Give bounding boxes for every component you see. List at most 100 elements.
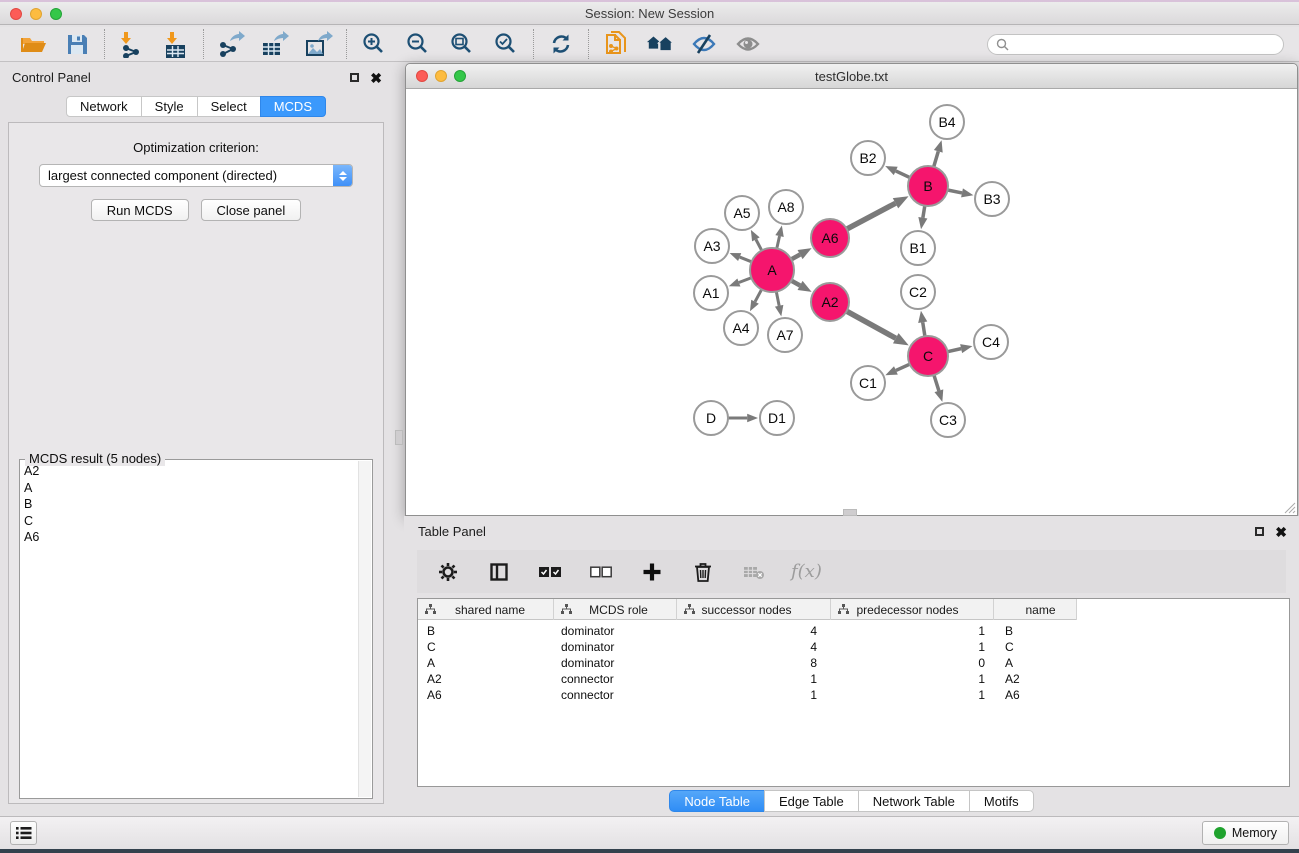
table-tab-motifs[interactable]: Motifs [969, 790, 1034, 812]
column-header-name[interactable]: name [994, 599, 1077, 620]
column-header-successor-nodes[interactable]: successor nodes [677, 599, 831, 620]
result-item[interactable]: A [24, 480, 357, 497]
graph-edge[interactable] [777, 236, 780, 248]
tab-network[interactable]: Network [66, 96, 142, 117]
network-canvas[interactable]: AA1A2A3A4A5A6A7A8BB1B2B3B4CC1C2C3C4DD1 [407, 90, 1296, 514]
dropdown-stepper-icon[interactable] [333, 164, 352, 187]
task-history-button[interactable] [10, 821, 37, 845]
table-row[interactable]: A2connector11A2 [418, 671, 1289, 687]
network-window-titlebar[interactable]: testGlobe.txt [406, 64, 1297, 89]
result-scrollbar[interactable] [358, 461, 371, 797]
close-window-icon[interactable] [10, 8, 22, 20]
refresh-icon[interactable] [547, 30, 575, 58]
graph-edge[interactable] [934, 151, 939, 166]
horizontal-splitter-handle[interactable] [843, 509, 857, 516]
close-panel-button[interactable]: Close panel [201, 199, 302, 221]
home-view-icon[interactable] [646, 30, 674, 58]
select-all-columns-icon[interactable] [536, 558, 564, 586]
table-cell: 1 [677, 687, 831, 703]
run-mcds-button[interactable]: Run MCDS [91, 199, 189, 221]
criterion-dropdown[interactable]: largest connected component (directed) [39, 164, 353, 187]
table-tab-edge-table[interactable]: Edge Table [764, 790, 859, 812]
maximize-window-icon[interactable] [50, 8, 62, 20]
column-header-shared-name[interactable]: shared name [418, 599, 554, 620]
minimize-window-icon[interactable] [30, 8, 42, 20]
graph-edge[interactable] [791, 281, 800, 286]
table-cell: 0 [831, 655, 994, 671]
save-session-icon[interactable] [63, 30, 91, 58]
graph-edge[interactable] [948, 190, 962, 193]
zoom-selected-icon[interactable] [492, 30, 520, 58]
main-toolbar [0, 27, 1299, 62]
column-header-predecessor-nodes[interactable]: predecessor nodes [831, 599, 994, 620]
graph-edge[interactable] [948, 349, 962, 352]
close-table-panel-icon[interactable]: ✖ [1275, 527, 1287, 537]
tab-style[interactable]: Style [141, 96, 198, 117]
graph-edge[interactable] [896, 171, 910, 178]
table-cell: A [994, 655, 1077, 671]
new-network-from-file-icon[interactable] [602, 30, 630, 58]
result-item[interactable]: A2 [24, 463, 357, 480]
table-row[interactable]: Bdominator41B [418, 623, 1289, 639]
table-row[interactable]: Adominator80A [418, 655, 1289, 671]
vertical-splitter-handle[interactable] [395, 430, 403, 445]
graph-edge[interactable] [740, 257, 752, 262]
float-table-panel-icon[interactable] [1255, 527, 1264, 536]
maximize-network-window-icon[interactable] [454, 70, 466, 82]
graph-edge[interactable] [896, 364, 910, 370]
graph-node-label: B [923, 178, 932, 194]
table-row[interactable]: A6connector11A6 [418, 687, 1289, 703]
graph-node-label: A5 [733, 205, 750, 221]
result-item[interactable]: C [24, 513, 357, 530]
table-tab-network-table[interactable]: Network Table [858, 790, 970, 812]
graph-edge[interactable] [923, 206, 925, 218]
export-image-icon[interactable] [305, 30, 333, 58]
table-tab-node-table[interactable]: Node Table [669, 790, 765, 812]
column-header-mcds-role[interactable]: MCDS role [554, 599, 677, 620]
resize-grip-icon[interactable] [1283, 501, 1296, 514]
graph-edge[interactable] [934, 375, 939, 391]
zoom-fit-icon[interactable] [448, 30, 476, 58]
result-item[interactable]: B [24, 496, 357, 513]
table-row[interactable]: Cdominator41C [418, 639, 1289, 655]
graph-edge[interactable] [923, 322, 925, 336]
function-builder-icon[interactable]: f(x) [791, 561, 822, 582]
graph-edge[interactable] [739, 278, 752, 283]
graph-edge[interactable] [791, 255, 800, 260]
mcds-result-list[interactable]: A2ABCA6 [24, 463, 357, 796]
memory-button[interactable]: Memory [1202, 821, 1289, 845]
node-table[interactable]: shared name MCDS role successor nodes pr… [417, 598, 1290, 787]
show-graphics-details-icon[interactable] [734, 30, 762, 58]
graph-edge[interactable] [776, 292, 779, 306]
import-table-icon[interactable] [162, 30, 190, 58]
open-session-icon[interactable] [19, 30, 47, 58]
unselect-all-columns-icon[interactable] [587, 558, 615, 586]
search-input[interactable] [1014, 36, 1275, 52]
settings-gear-icon[interactable] [434, 558, 462, 586]
delete-table-icon[interactable] [740, 558, 768, 586]
export-table-icon[interactable] [261, 30, 289, 58]
float-panel-icon[interactable] [350, 73, 359, 82]
close-panel-icon[interactable]: ✖ [370, 73, 382, 83]
hide-graphics-details-icon[interactable] [690, 30, 718, 58]
table-cell: dominator [554, 655, 677, 671]
search-field[interactable] [987, 34, 1284, 55]
graph-edge[interactable] [755, 289, 762, 301]
tab-select[interactable]: Select [197, 96, 261, 117]
network-graph[interactable]: AA1A2A3A4A5A6A7A8BB1B2B3B4CC1C2C3C4DD1 [407, 90, 1296, 514]
add-column-icon[interactable] [638, 558, 666, 586]
zoom-out-icon[interactable] [404, 30, 432, 58]
delete-columns-trash-icon[interactable] [689, 558, 717, 586]
zoom-in-icon[interactable] [360, 30, 388, 58]
import-network-icon[interactable] [118, 30, 146, 58]
graph-edge[interactable] [847, 203, 896, 229]
tab-mcds[interactable]: MCDS [260, 96, 326, 117]
graph-edge[interactable] [756, 239, 762, 250]
graph-node-label: C2 [909, 284, 927, 300]
result-item[interactable]: A6 [24, 529, 357, 546]
close-network-window-icon[interactable] [416, 70, 428, 82]
graph-edge[interactable] [847, 311, 896, 338]
column-layout-icon[interactable] [485, 558, 513, 586]
export-network-icon[interactable] [217, 30, 245, 58]
minimize-network-window-icon[interactable] [435, 70, 447, 82]
